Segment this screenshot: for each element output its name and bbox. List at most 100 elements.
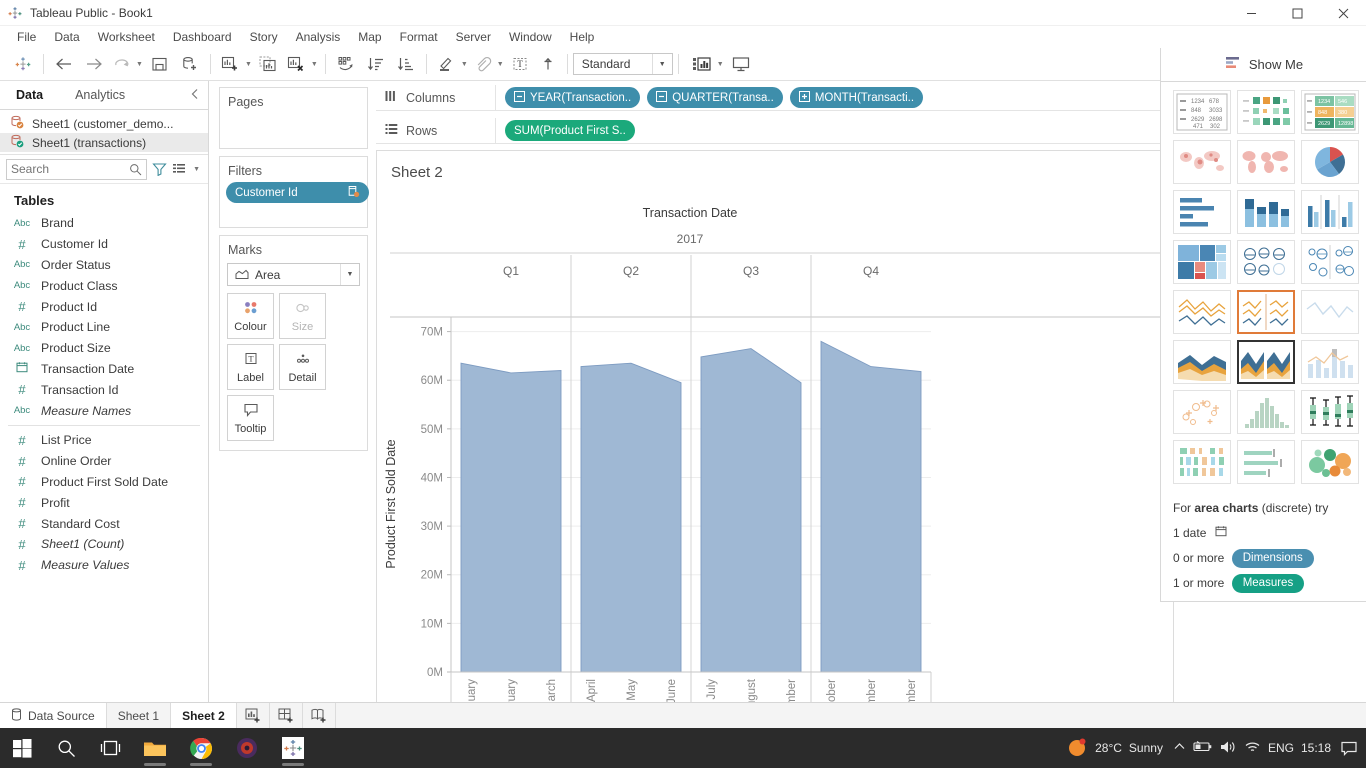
field-list-price[interactable]: # List Price [0, 430, 208, 451]
row-pill-sum-product-first-sold[interactable]: SUM(Product First S.. [505, 120, 635, 141]
minimize-button[interactable] [1228, 0, 1274, 26]
field-order-status[interactable]: Abc Order Status [0, 255, 208, 276]
show-me-gantt-charts[interactable] [1173, 440, 1231, 484]
show-me-side-by-side-bars[interactable] [1301, 190, 1359, 234]
marks-card-colour[interactable]: Colour [227, 293, 274, 339]
close-button[interactable] [1320, 0, 1366, 26]
menu-map[interactable]: Map [349, 27, 390, 47]
search-input[interactable] [6, 158, 148, 180]
marks-card-size[interactable]: Size [279, 293, 326, 339]
new-worksheet-dropdown-caret[interactable]: ▼ [245, 61, 252, 68]
task-view-icon[interactable] [88, 728, 132, 768]
clear-sheet-dropdown-caret[interactable]: ▼ [311, 61, 318, 68]
show-me-side-by-side-circles[interactable] [1301, 240, 1359, 284]
show-me-area-charts-continuous[interactable] [1173, 340, 1231, 384]
battery-icon[interactable] [1193, 740, 1213, 756]
notifications-icon[interactable] [1338, 735, 1360, 761]
menu-format[interactable]: Format [391, 27, 447, 47]
show-me-pie-charts[interactable] [1301, 140, 1359, 184]
collapse-pane-icon[interactable] [190, 88, 200, 103]
show-me-filled-maps[interactable] [1237, 140, 1295, 184]
show-me-text-table[interactable]: 1234 678 848 3033 2629 2698 471 302 [1173, 90, 1231, 134]
marks-card-detail[interactable]: Detail [279, 344, 326, 390]
new-worksheet-tab[interactable] [237, 702, 270, 729]
menu-data[interactable]: Data [45, 27, 88, 47]
show-me-heat-map[interactable] [1237, 90, 1295, 134]
filters-drop-zone[interactable]: Customer Id [220, 182, 369, 210]
area-chart-svg[interactable]: Transaction Date 2017 Q1 Q2 Q3 Q4 0M 10M 20M 3… [377, 199, 1175, 711]
tab-analytics[interactable]: Analytics [59, 81, 141, 110]
clock[interactable]: 15:18 [1301, 741, 1331, 755]
start-button[interactable] [0, 728, 44, 768]
show-me-highlight-table[interactable]: 1234 546 848 380 2629 12898 [1301, 90, 1359, 134]
filter-pill-customer-id[interactable]: Customer Id [226, 182, 369, 203]
search-icon[interactable] [44, 728, 88, 768]
language-indicator[interactable]: ENG [1268, 741, 1294, 755]
duplicate-sheet-button[interactable] [254, 51, 282, 77]
show-me-symbol-maps[interactable] [1173, 140, 1231, 184]
save-button[interactable] [145, 51, 175, 77]
highlight-dropdown-caret[interactable]: ▼ [461, 61, 468, 68]
show-me-bullet-graphs[interactable] [1237, 440, 1295, 484]
field-standard-cost[interactable]: # Standard Cost [0, 513, 208, 534]
fit-caret-icon[interactable]: ▼ [651, 54, 672, 74]
refresh-data-source-button[interactable] [109, 51, 135, 77]
sort-ascending-button[interactable] [361, 51, 391, 77]
area-mark[interactable] [580, 362, 682, 673]
data-source-tab[interactable]: Data Source [0, 702, 107, 729]
clear-sheet-button[interactable] [282, 51, 310, 77]
show-mark-labels-button[interactable]: T [506, 51, 534, 77]
group-dropdown-caret[interactable]: ▼ [497, 61, 504, 68]
field-product-line[interactable]: Abc Product Line [0, 317, 208, 338]
show-me-treemaps[interactable] [1173, 240, 1231, 284]
maximize-button[interactable] [1274, 0, 1320, 26]
column-pill-month[interactable]: MONTH(Transacti.. [789, 87, 924, 108]
show-me-circle-views[interactable] [1237, 240, 1295, 284]
field-product-first-sold-date[interactable]: # Product First Sold Date [0, 472, 208, 493]
column-pill-quarter[interactable]: QUARTER(Transa.. [647, 87, 783, 108]
column-pill-year[interactable]: YEAR(Transaction.. [505, 87, 641, 108]
field-transaction-date[interactable]: Transaction Date [0, 359, 208, 380]
field-product-id[interactable]: # Product Id [0, 296, 208, 317]
search-input-field[interactable] [11, 162, 130, 176]
show-hide-cards-button[interactable] [688, 51, 716, 77]
forward-button[interactable] [79, 51, 109, 77]
field-product-class[interactable]: Abc Product Class [0, 275, 208, 296]
new-story-tab[interactable] [303, 702, 336, 729]
show-me-horizontal-bars[interactable] [1173, 190, 1231, 234]
media-player-icon[interactable] [224, 728, 270, 768]
marks-type-caret-icon[interactable]: ▼ [340, 264, 359, 285]
fit-dropdown[interactable]: Standard ▼ [572, 53, 673, 75]
menu-help[interactable]: Help [561, 27, 604, 47]
swap-rows-and-columns-button[interactable] [331, 51, 361, 77]
tab-data[interactable]: Data [0, 81, 59, 110]
field-profit[interactable]: # Profit [0, 492, 208, 513]
menu-worksheet[interactable]: Worksheet [89, 27, 164, 47]
fix-axes-button[interactable] [534, 51, 562, 77]
field-customer-id[interactable]: # Customer Id [0, 234, 208, 255]
new-data-source-button[interactable] [175, 51, 205, 77]
chrome-icon[interactable] [178, 728, 224, 768]
show-me-packed-bubbles[interactable] [1301, 440, 1359, 484]
wifi-icon[interactable] [1244, 740, 1261, 757]
show-me-stacked-bars[interactable] [1237, 190, 1295, 234]
pages-drop-zone[interactable] [220, 113, 367, 147]
menu-file[interactable]: File [8, 27, 45, 47]
show-me-button[interactable]: Show Me [1160, 48, 1366, 82]
new-dashboard-tab[interactable] [270, 702, 303, 729]
show-me-scatter-plots[interactable] [1173, 390, 1231, 434]
sheet-tab-sheet-2[interactable]: Sheet 2 [171, 702, 237, 729]
menu-analysis[interactable]: Analysis [287, 27, 350, 47]
field-view-caret-icon[interactable]: ▼ [193, 166, 200, 173]
field-transaction-id[interactable]: # Transaction Id [0, 379, 208, 400]
menu-server[interactable]: Server [447, 27, 500, 47]
field-brand[interactable]: Abc Brand [0, 213, 208, 234]
show-me-box-and-whisker-plots[interactable] [1301, 390, 1359, 434]
menu-window[interactable]: Window [500, 27, 561, 47]
data-source-item-transactions[interactable]: Sheet1 (transactions) [0, 133, 208, 152]
marks-type-dropdown[interactable]: Area ▼ [227, 263, 360, 286]
field-measure-names[interactable]: Abc Measure Names [0, 400, 208, 421]
new-worksheet-button[interactable] [216, 51, 244, 77]
tableau-logo-button[interactable] [8, 51, 38, 77]
group-members-button[interactable] [470, 51, 496, 77]
